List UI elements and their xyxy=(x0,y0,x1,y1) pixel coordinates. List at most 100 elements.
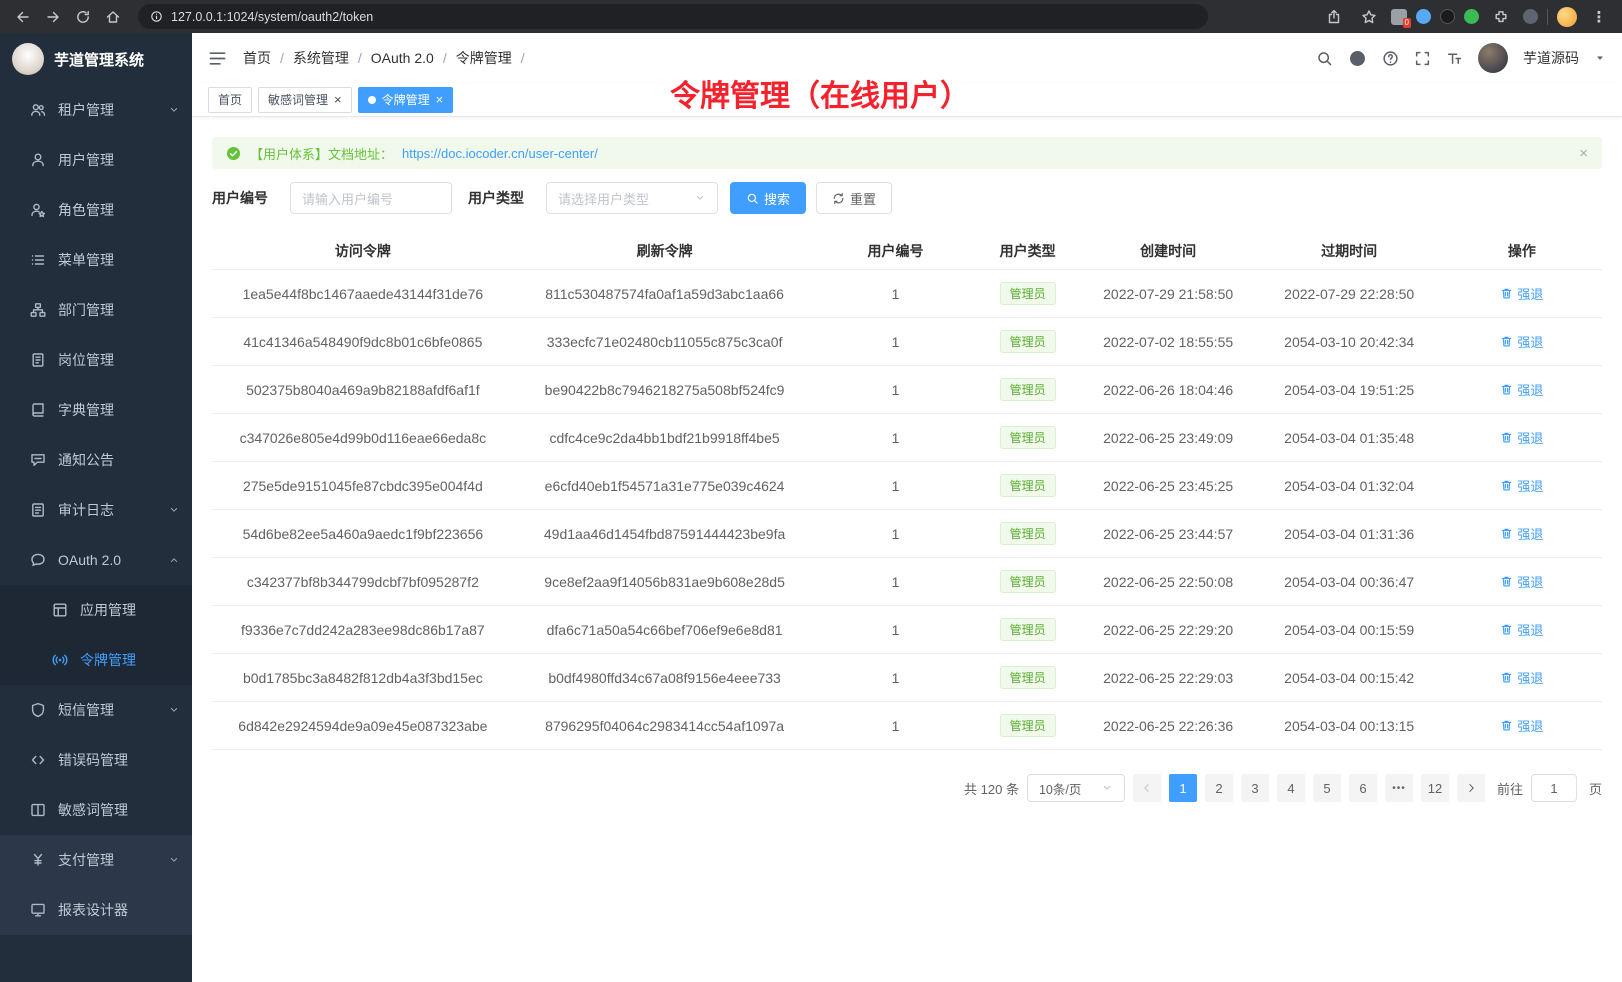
force-logout-button[interactable]: 强退 xyxy=(1500,572,1543,591)
refresh-token-cell: b0df4980ffd34c67a08f9156e4eee733 xyxy=(514,670,816,686)
user-type-select[interactable]: 请选择用户类型 xyxy=(546,182,718,214)
sidebar-item[interactable]: 租户管理 xyxy=(0,85,192,135)
page-number-button[interactable]: 6 xyxy=(1349,774,1377,802)
sidebar-item[interactable]: 菜单管理 xyxy=(0,235,192,285)
page-number-button[interactable]: 1 xyxy=(1169,774,1197,802)
extension-icon-5[interactable] xyxy=(1523,9,1538,24)
force-logout-button[interactable]: 强退 xyxy=(1500,332,1543,351)
refresh-token-cell: 8796295f04064c2983414cc54af1097a xyxy=(514,718,816,734)
user-name[interactable]: 芋道源码 xyxy=(1523,48,1579,68)
force-logout-button[interactable]: 强退 xyxy=(1500,428,1543,447)
page-size-select[interactable]: 10条/页 xyxy=(1027,774,1125,802)
force-logout-button[interactable]: 强退 xyxy=(1500,668,1543,687)
sidebar-item[interactable]: 敏感词管理 xyxy=(0,785,192,835)
sidebar-item[interactable]: OAuth 2.0 xyxy=(0,535,192,585)
created-cell: 2022-06-25 23:45:25 xyxy=(1080,478,1257,494)
browser-menu-icon[interactable]: ⋮ xyxy=(1586,4,1612,30)
force-logout-button[interactable]: 强退 xyxy=(1500,620,1543,639)
sidebar-collapse-icon[interactable] xyxy=(208,49,227,68)
fontsize-icon[interactable] xyxy=(1446,50,1463,67)
page-number-button[interactable]: 4 xyxy=(1277,774,1305,802)
user-id-cell: 1 xyxy=(815,670,975,686)
extension-icon-3[interactable] xyxy=(1440,9,1455,24)
extension-icon-2[interactable] xyxy=(1416,9,1431,24)
share-icon[interactable] xyxy=(1321,4,1347,30)
extension-icon-1[interactable]: 0 xyxy=(1391,9,1407,25)
page-number-button[interactable]: 5 xyxy=(1313,774,1341,802)
force-logout-button[interactable]: 强退 xyxy=(1500,716,1543,735)
tab[interactable]: 令牌管理 × xyxy=(358,87,454,113)
tab-close-icon[interactable]: × xyxy=(334,93,342,106)
sidebar-item[interactable]: 报表设计器 xyxy=(0,885,192,935)
created-cell: 2022-06-25 22:29:20 xyxy=(1080,622,1257,638)
back-icon[interactable] xyxy=(10,4,36,30)
forward-icon[interactable] xyxy=(40,4,66,30)
alert-close-icon[interactable]: × xyxy=(1579,145,1588,162)
access-token-cell: 54d6be82ee5a460a9aedc1f9bf223656 xyxy=(212,526,514,542)
sidebar-item[interactable]: 角色管理 xyxy=(0,185,192,235)
sidebar-item[interactable]: 通知公告 xyxy=(0,435,192,485)
search-icon[interactable] xyxy=(1316,50,1333,67)
created-cell: 2022-06-25 23:44:57 xyxy=(1080,526,1257,542)
bookmark-star-icon[interactable] xyxy=(1356,4,1382,30)
breadcrumb-item[interactable]: OAuth 2.0 xyxy=(371,50,456,66)
sidebar-item[interactable]: 用户管理 xyxy=(0,135,192,185)
fullscreen-icon[interactable] xyxy=(1414,50,1431,67)
caret-down-icon[interactable] xyxy=(1594,52,1606,64)
page-number-button[interactable]: 2 xyxy=(1205,774,1233,802)
help-icon[interactable] xyxy=(1382,50,1399,67)
expires-cell: 2054-03-04 00:15:42 xyxy=(1257,670,1442,686)
tab-label: 首页 xyxy=(218,91,242,108)
sidebar-item[interactable]: 部门管理 xyxy=(0,285,192,335)
address-bar[interactable]: 127.0.0.1:1024/system/oauth2/token xyxy=(138,4,1208,29)
user-type-cell: 管理员 xyxy=(976,378,1080,401)
access-token-cell: 1ea5e44f8bc1467aaede43144f31de76 xyxy=(212,286,514,302)
tab[interactable]: 首页 xyxy=(208,87,252,113)
breadcrumb-item[interactable]: 令牌管理 xyxy=(456,48,534,68)
app-logo[interactable]: 芋道管理系统 xyxy=(0,33,192,85)
doc-link[interactable]: https://doc.iocoder.cn/user-center/ xyxy=(402,146,598,161)
refresh-token-cell: dfa6c71a50a54c66bef706ef9e6e8d81 xyxy=(514,622,816,638)
page-number-button[interactable]: 12 xyxy=(1421,774,1449,802)
force-logout-button[interactable]: 强退 xyxy=(1500,524,1543,543)
breadcrumb-item[interactable]: 系统管理 xyxy=(293,48,371,68)
tab-close-icon[interactable]: × xyxy=(436,93,444,106)
browser-profile-avatar[interactable] xyxy=(1557,7,1577,27)
site-info-icon[interactable] xyxy=(150,10,163,23)
reset-button[interactable]: 重置 xyxy=(816,182,892,214)
breadcrumb-item[interactable]: 首页 xyxy=(243,48,293,68)
sidebar-item[interactable]: 岗位管理 xyxy=(0,335,192,385)
extension-icon-4[interactable] xyxy=(1464,9,1479,24)
post-icon xyxy=(30,352,46,368)
goto-page-input[interactable]: 1 xyxy=(1531,774,1577,802)
user-avatar[interactable] xyxy=(1478,43,1508,73)
next-page-button[interactable] xyxy=(1457,774,1485,802)
next-icon xyxy=(1465,782,1477,794)
sidebar-item[interactable]: 支付管理 xyxy=(0,835,192,885)
github-icon[interactable] xyxy=(1348,49,1367,68)
table-row: c342377bf8b344799dcbf7bf095287f2 9ce8ef2… xyxy=(212,558,1602,606)
table-row: 502375b8040a469a9b82188afdf6af1f be90422… xyxy=(212,366,1602,414)
force-logout-button[interactable]: 强退 xyxy=(1500,284,1543,303)
user-type-tag: 管理员 xyxy=(1000,330,1056,353)
sidebar-item[interactable]: 短信管理 xyxy=(0,685,192,735)
sidebar-item[interactable]: 审计日志 xyxy=(0,485,192,535)
reload-icon[interactable] xyxy=(70,4,96,30)
sidebar-item[interactable]: 应用管理 xyxy=(0,585,192,635)
total-count: 共 120 条 xyxy=(964,779,1019,798)
extensions-puzzle-icon[interactable] xyxy=(1488,4,1514,30)
tab[interactable]: 敏感词管理 × xyxy=(258,87,352,113)
search-button[interactable]: 搜索 xyxy=(730,182,806,214)
page-number-button[interactable]: ••• xyxy=(1385,774,1413,802)
force-logout-button[interactable]: 强退 xyxy=(1500,380,1543,399)
force-logout-button[interactable]: 强退 xyxy=(1500,476,1543,495)
trash-icon xyxy=(1500,383,1513,396)
sidebar-item[interactable]: 令牌管理 xyxy=(0,635,192,685)
sidebar-item[interactable]: 错误码管理 xyxy=(0,735,192,785)
user-id-input[interactable]: 请输入用户编号 xyxy=(290,182,452,214)
sidebar-item[interactable]: 字典管理 xyxy=(0,385,192,435)
home-icon[interactable] xyxy=(100,4,126,30)
sidebar-item-label: 角色管理 xyxy=(58,200,114,220)
page-number-button[interactable]: 3 xyxy=(1241,774,1269,802)
prev-page-button[interactable] xyxy=(1133,774,1161,802)
